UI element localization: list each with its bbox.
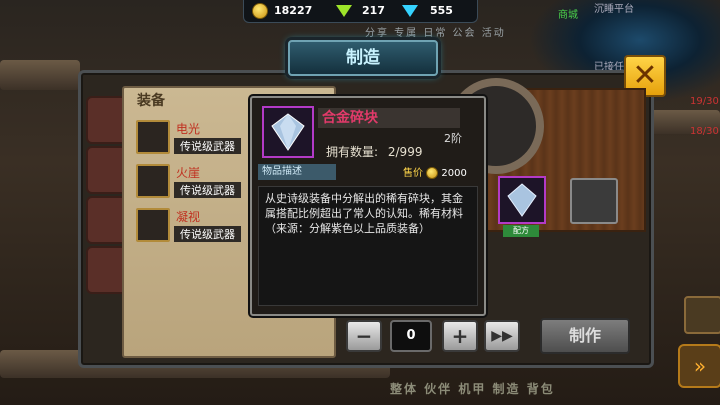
owned-count: 拥有数量: 2/999 — [326, 143, 422, 160]
item-type: 传说级武器 — [174, 226, 241, 242]
item-level: 2阶 — [444, 132, 462, 145]
green-gem-amount: 217 — [362, 4, 385, 17]
list-item[interactable]: 电光 传说级武器 — [132, 116, 252, 156]
location-label: 沉睡平台 — [594, 4, 634, 15]
empty-material-slot[interactable] — [570, 178, 618, 224]
sell-price: 售价 2000 — [403, 164, 467, 179]
currency-bar: 18227 217 555 — [243, 0, 478, 23]
list-header: 装备 — [137, 93, 165, 109]
green-gem-icon — [336, 5, 352, 17]
side-counter: 19/30 — [690, 96, 719, 107]
increase-button[interactable]: + — [442, 320, 478, 352]
gold-amount: 18227 — [274, 4, 313, 17]
crystal-icon — [262, 106, 314, 158]
weapon-icon — [136, 208, 170, 242]
weapon-icon — [136, 164, 170, 198]
decrease-button[interactable]: − — [346, 320, 382, 352]
item-type: 传说级武器 — [174, 138, 241, 154]
quantity-display: 0 — [390, 320, 432, 352]
owned-value: 2/999 — [387, 145, 423, 159]
item-name: 凝视 — [176, 210, 201, 224]
item-name: 合金碎块 — [318, 108, 460, 128]
panel-title: 制造 — [288, 40, 438, 76]
craft-button[interactable]: 制作 — [540, 318, 630, 354]
blue-gem-amount: 555 — [430, 4, 453, 17]
pipe-decoration — [0, 60, 80, 90]
blue-gem-icon — [402, 5, 418, 17]
material-slot[interactable] — [498, 176, 546, 224]
bottom-nav[interactable]: 整体 伙伴 机甲 制造 背包 — [390, 380, 555, 397]
item-type: 传说级武器 — [174, 182, 241, 198]
weapon-icon — [136, 120, 170, 154]
chevron-right-icon[interactable]: » — [678, 344, 720, 388]
max-button[interactable]: ▶▶ — [484, 320, 520, 352]
gold-coin-icon — [426, 167, 439, 179]
price-label: 售价 — [403, 168, 423, 179]
gold-coin-icon — [252, 3, 268, 19]
item-name: 火崖 — [176, 166, 201, 180]
crystal-icon — [507, 183, 537, 217]
list-item[interactable]: 凝视 传说级武器 — [132, 204, 252, 244]
list-item[interactable]: 火崖 传说级武器 — [132, 160, 252, 200]
backpack-button[interactable] — [684, 296, 720, 334]
item-description: 从史诗级装备中分解出的稀有碎块，其金属搭配比例超出了常人的认知。稀有材料（来源：… — [258, 186, 478, 306]
price-value: 2000 — [441, 168, 467, 179]
shop-button[interactable]: 商城 — [558, 6, 578, 21]
side-counter: 18/30 — [690, 126, 719, 137]
description-label: 物品描述 — [258, 164, 336, 180]
owned-label: 拥有数量: — [326, 145, 379, 159]
material-slot-label: 配方 — [503, 225, 539, 237]
top-menu[interactable]: 分享 专属 日常 公会 活动 — [365, 24, 506, 39]
item-name: 电光 — [176, 122, 201, 136]
